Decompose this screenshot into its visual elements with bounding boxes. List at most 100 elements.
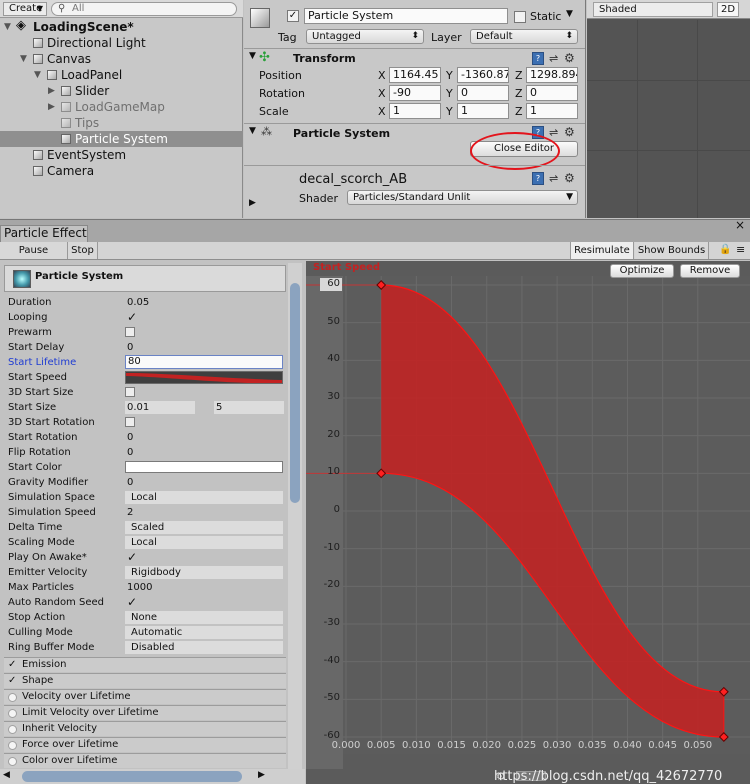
culling-mode-dropdown[interactable]: Automatic [125, 626, 283, 639]
max-particles-field[interactable]: 1000 [127, 580, 152, 595]
delta-time-dropdown[interactable]: Scaled [125, 521, 283, 534]
hierarchy-item[interactable]: ▶ Slider [0, 83, 243, 99]
rotation-x-field[interactable]: -90 [389, 85, 441, 101]
fold-triangle-icon[interactable]: ▼ [249, 126, 256, 136]
module-inherit-velocity[interactable]: Inherit Velocity [4, 721, 286, 736]
hierarchy-item[interactable]: Camera [0, 163, 243, 179]
module-emission[interactable]: ✓ Emission [4, 657, 286, 672]
shading-mode-dropdown[interactable]: Shaded [593, 2, 713, 17]
module-shape[interactable]: ✓ Shape [4, 673, 286, 688]
looping-checkbox[interactable]: ✓ [127, 310, 137, 325]
curve-chart[interactable] [306, 261, 750, 769]
position-x-field[interactable]: 1164.45 [389, 67, 441, 83]
fold-triangle-icon[interactable]: ▼ [249, 51, 256, 61]
rotation-y-field[interactable]: 0 [457, 85, 509, 101]
chevron-down-icon[interactable]: ▼ [566, 9, 573, 19]
transform-header[interactable]: ▼ ✣ Transform ? ⇌ ⚙ [244, 48, 585, 68]
start-color-swatch[interactable] [125, 461, 283, 473]
hierarchy-item[interactable]: Directional Light [0, 35, 243, 51]
help-book-icon[interactable]: ? [532, 52, 544, 65]
preset-sliders-icon[interactable]: ⇌ [549, 172, 561, 185]
start-size-min-field[interactable]: 0.01 [125, 401, 195, 414]
gear-icon[interactable]: ⚙ [564, 172, 576, 185]
module-force-over-lifetime[interactable]: Force over Lifetime [4, 737, 286, 752]
module-velocity-over-lifetime[interactable]: Velocity over Lifetime [4, 689, 286, 704]
scale-z-field[interactable]: 1 [526, 103, 578, 119]
module-disabled-toggle[interactable] [8, 725, 17, 734]
position-y-field[interactable]: -1360.87 [457, 67, 509, 83]
hierarchy-item[interactable]: EventSystem [0, 147, 243, 163]
play-on-awake-checkbox[interactable]: ✓ [127, 550, 137, 565]
pause-button[interactable]: Pause [0, 242, 68, 259]
collapse-triangle-icon[interactable]: ▶ [48, 83, 55, 99]
3d-start-rotation-checkbox[interactable] [125, 417, 135, 427]
scale-y-field[interactable]: 1 [457, 103, 509, 119]
stop-button[interactable]: Stop [68, 242, 98, 259]
layer-dropdown[interactable]: Default ⬍ [470, 29, 578, 44]
tab-particle-effect[interactable]: Particle Effect [0, 225, 88, 242]
start-delay-field[interactable]: 0 [127, 340, 133, 355]
horizontal-scrollbar-thumb[interactable] [22, 771, 242, 782]
start-rotation-field[interactable]: 0 [127, 430, 133, 445]
vertical-scrollbar-thumb[interactable] [290, 283, 300, 503]
active-checkbox[interactable]: ✓ [287, 10, 299, 22]
preset-sliders-icon[interactable]: ⇌ [549, 52, 561, 65]
expand-triangle-icon[interactable]: ▼ [34, 67, 41, 83]
simulation-speed-field[interactable]: 2 [127, 505, 133, 520]
ring-buffer-mode-dropdown[interactable]: Disabled [125, 641, 283, 654]
gravity-modifier-field[interactable]: 0 [127, 475, 133, 490]
start-speed-curve-preview[interactable] [125, 371, 283, 384]
hierarchy-item[interactable]: ▼ Canvas [0, 51, 243, 67]
show-bounds-toggle[interactable]: Show Bounds [635, 242, 709, 259]
menu-icon[interactable]: ≡ [736, 243, 745, 256]
hierarchy-item[interactable]: ▼ LoadPanel [0, 67, 243, 83]
lock-icon[interactable]: 🔒 [719, 244, 731, 255]
create-button[interactable]: Create ▼ [3, 2, 47, 16]
module-enabled-checkbox[interactable]: ✓ [8, 676, 18, 686]
help-book-icon[interactable]: ? [532, 172, 544, 185]
scaling-mode-dropdown[interactable]: Local [125, 536, 283, 549]
3d-start-size-checkbox[interactable] [125, 387, 135, 397]
shader-dropdown[interactable]: Particles/Standard Unlit ▼ [347, 190, 578, 205]
expand-triangle-icon[interactable]: ▼ [4, 19, 11, 35]
curve-editor[interactable]: Start Speed Optimize Remove ⚙ 6050403020… [306, 261, 750, 781]
particle-system-module-header[interactable]: Particle System [4, 265, 286, 292]
hierarchy-item-selected[interactable]: Particle System [0, 131, 243, 147]
module-enabled-checkbox[interactable]: ✓ [8, 660, 18, 670]
module-disabled-toggle[interactable] [8, 693, 17, 702]
prewarm-checkbox[interactable] [125, 327, 135, 337]
hierarchy-item[interactable]: Tips [0, 115, 243, 131]
scale-x-field[interactable]: 1 [389, 103, 441, 119]
module-disabled-toggle[interactable] [8, 741, 17, 750]
preset-sliders-icon[interactable]: ⇌ [549, 126, 561, 139]
position-z-field[interactable]: 1298.894 [526, 67, 578, 83]
duration-field[interactable]: 0.05 [127, 295, 149, 310]
collapse-triangle-icon[interactable]: ▶ [48, 99, 55, 115]
stop-action-dropdown[interactable]: None [125, 611, 283, 624]
resimulate-toggle[interactable]: Resimulate [570, 242, 634, 259]
hierarchy-search-input[interactable]: ⚲ All [51, 2, 237, 16]
close-icon[interactable]: × [735, 219, 747, 231]
module-disabled-toggle[interactable] [8, 709, 17, 718]
gear-icon[interactable]: ⚙ [564, 52, 576, 65]
auto-random-seed-checkbox[interactable]: ✓ [127, 595, 137, 610]
module-color-over-lifetime[interactable]: Color over Lifetime [4, 753, 286, 768]
object-name-field[interactable]: Particle System [304, 8, 508, 24]
start-size-max-field[interactable]: 5 [214, 401, 284, 414]
start-lifetime-field[interactable]: 80 [125, 355, 283, 369]
emitter-velocity-dropdown[interactable]: Rigidbody [125, 566, 283, 579]
remove-button[interactable]: Remove [680, 264, 740, 278]
hierarchy-item[interactable]: ▶ LoadGameMap [0, 99, 243, 115]
hierarchy-scene-row[interactable]: ▼ ◈ LoadingScene* [0, 18, 243, 35]
expand-triangle-icon[interactable]: ▼ [20, 51, 27, 67]
tag-dropdown[interactable]: Untagged ⬍ [306, 29, 424, 44]
toggle-2d-button[interactable]: 2D [717, 2, 739, 17]
scroll-right-arrow-icon[interactable]: ▶ [258, 770, 265, 780]
scroll-left-arrow-icon[interactable]: ◀ [3, 770, 10, 780]
scene-view[interactable]: Shaded 2D [587, 0, 750, 218]
simulation-space-dropdown[interactable]: Local [125, 491, 283, 504]
module-limit-velocity-over-lifetime[interactable]: Limit Velocity over Lifetime [4, 705, 286, 720]
fold-triangle-icon[interactable]: ▶ [249, 198, 256, 208]
flip-rotation-field[interactable]: 0 [127, 445, 133, 460]
rotation-z-field[interactable]: 0 [526, 85, 578, 101]
